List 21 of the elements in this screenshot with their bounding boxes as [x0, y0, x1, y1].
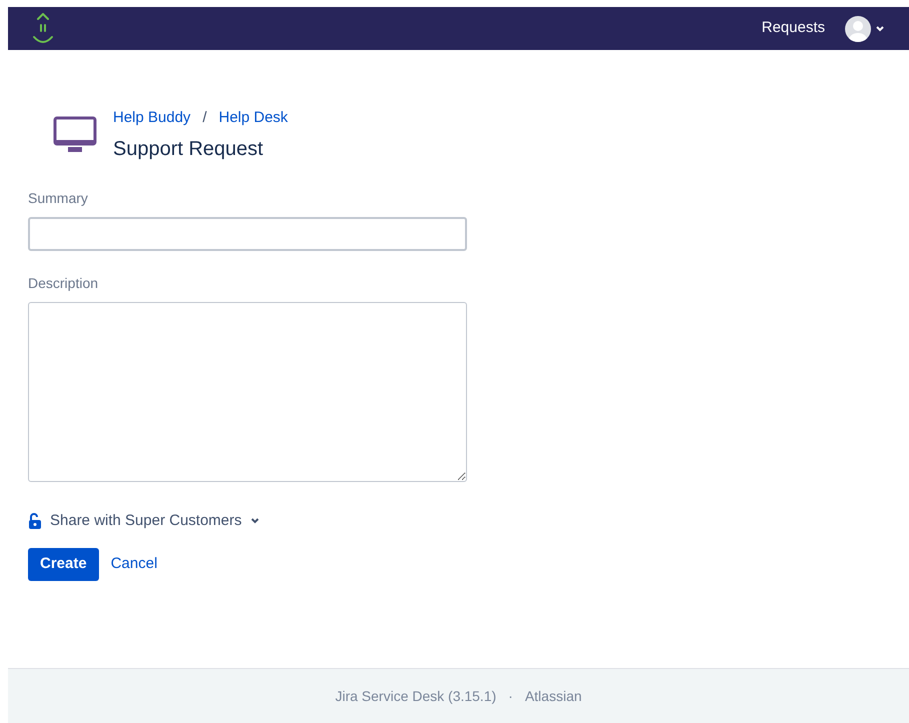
footer-separator: · [508, 686, 513, 706]
share-dropdown[interactable]: Share with Super Customers [28, 510, 260, 532]
smile-logo-icon [32, 12, 54, 44]
padlock-icon [28, 512, 42, 529]
input-field[interactable] [28, 302, 467, 482]
requests-link[interactable]: Requests [762, 17, 825, 40]
monitor-icon [53, 116, 97, 154]
company-name: Atlassian [524, 686, 582, 706]
breadcrumb-link[interactable]: Help Buddy [113, 107, 191, 130]
avatar-icon[interactable] [845, 16, 871, 42]
create-button[interactable]: Create [28, 548, 99, 581]
page-title: Support Request [113, 136, 264, 162]
chevron-down-icon[interactable] [875, 24, 885, 34]
product-version: Jira Service Desk (3.15.1) [335, 686, 496, 706]
breadcrumb-separator: / [202, 108, 207, 128]
chevron-down-icon [250, 516, 260, 526]
breadcrumb-link[interactable]: Help Desk [218, 107, 288, 130]
cancel-link[interactable]: Cancel [110, 553, 158, 576]
field-label: Description [28, 274, 100, 293]
field-label: Summary [28, 188, 89, 208]
input-field[interactable] [28, 216, 467, 250]
